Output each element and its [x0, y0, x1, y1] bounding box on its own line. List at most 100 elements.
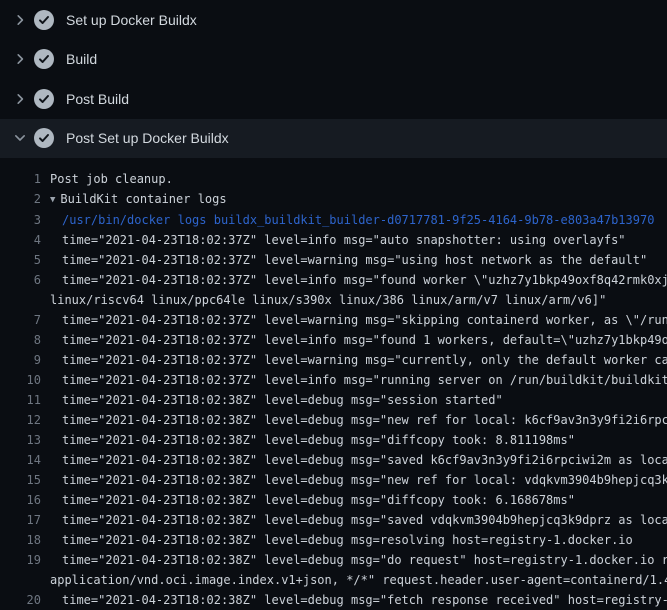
check-circle-icon — [34, 49, 54, 69]
log-line-number[interactable]: 9 — [0, 350, 41, 370]
chevron-right-icon — [12, 51, 28, 67]
step-label: Post Set up Docker Buildx — [66, 131, 229, 145]
log-line-text-content: time="2021-04-23T18:02:38Z" level=debug … — [62, 393, 503, 407]
log-line-text-content: /usr/bin/docker logs buildx_buildkit_bui… — [62, 213, 654, 227]
log-line-number[interactable]: 10 — [0, 370, 41, 390]
log-line-text: ▼time="2021-04-23T18:02:38Z" level=debug… — [62, 393, 503, 407]
log-line-number[interactable]: 5 — [0, 250, 41, 270]
log-line-text-content: time="2021-04-23T18:02:38Z" level=debug … — [62, 453, 667, 467]
log-line: 13 ▼time="2021-04-23T18:02:38Z" level=deb… — [0, 430, 667, 450]
log-line: 17 ▼time="2021-04-23T18:02:38Z" level=deb… — [0, 510, 667, 530]
log-line-text-content: time="2021-04-23T18:02:38Z" level=debug … — [62, 473, 667, 487]
log-line: 9 ▼time="2021-04-23T18:02:37Z" level=warn… — [0, 350, 667, 370]
chevron-right-icon — [12, 12, 28, 28]
log-line-text: ▼/usr/bin/docker logs buildx_buildkit_bu… — [62, 213, 654, 227]
step-header[interactable]: Post Set up Docker Buildx — [0, 119, 667, 159]
log-line-text: ▼time="2021-04-23T18:02:38Z" level=debug… — [62, 553, 667, 567]
steps-list: Set up Docker Buildx Build Post Build — [0, 0, 667, 158]
log-line-text: ▼time="2021-04-23T18:02:38Z" level=debug… — [62, 533, 633, 547]
step-label: Build — [66, 52, 97, 66]
group-triangle-icon[interactable]: ▼ — [50, 195, 55, 205]
log-line-continuation: linux/riscv64 linux/ppc64le linux/s390x … — [0, 290, 667, 310]
log-line-text: ▼time="2021-04-23T18:02:38Z" level=debug… — [62, 453, 667, 467]
log-line-number[interactable]: 17 — [0, 510, 41, 530]
log-line-continuation-text: application/vnd.oci.image.index.v1+json,… — [50, 573, 667, 587]
log-line-number[interactable]: 14 — [0, 450, 41, 470]
log-line-continuation-text: linux/riscv64 linux/ppc64le linux/s390x … — [50, 293, 606, 307]
log-line-number[interactable]: 2 — [0, 189, 41, 209]
log-line-text: ▼time="2021-04-23T18:02:38Z" level=debug… — [62, 473, 667, 487]
log-line: 14 ▼time="2021-04-23T18:02:38Z" level=deb… — [0, 450, 667, 470]
log-line-text-content: time="2021-04-23T18:02:38Z" level=debug … — [62, 593, 667, 607]
log-line-text-content: time="2021-04-23T18:02:37Z" level=warnin… — [62, 253, 647, 267]
log-area: 1 ▼Post job cleanup. 2 ▼ BuildKit container… — [0, 158, 667, 610]
log-line-text-content: time="2021-04-23T18:02:37Z" level=info m… — [62, 233, 626, 247]
log-line-text-content: time="2021-04-23T18:02:37Z" level=info m… — [62, 333, 667, 347]
step-header[interactable]: Set up Docker Buildx — [0, 0, 667, 40]
log-line-number[interactable]: 15 — [0, 470, 41, 490]
log-line-text: ▼time="2021-04-23T18:02:38Z" level=debug… — [62, 433, 575, 447]
log-line: 5 ▼time="2021-04-23T18:02:37Z" level=warn… — [0, 250, 667, 270]
log-line: 12 ▼time="2021-04-23T18:02:38Z" level=deb… — [0, 410, 667, 430]
log-line: 2 ▼ BuildKit container logs — [0, 189, 667, 210]
log-line-text: ▼time="2021-04-23T18:02:37Z" level=info … — [62, 233, 626, 247]
log-line-text-content: time="2021-04-23T18:02:37Z" level=info m… — [62, 373, 667, 387]
log-line: 7 ▼time="2021-04-23T18:02:37Z" level=warn… — [0, 310, 667, 330]
log-line-number[interactable]: 7 — [0, 310, 41, 330]
log-line-number[interactable]: 8 — [0, 330, 41, 350]
log-line-number[interactable]: 19 — [0, 550, 41, 570]
log-line-text-content: time="2021-04-23T18:02:38Z" level=debug … — [62, 493, 575, 507]
log-line: 1 ▼Post job cleanup. — [0, 169, 667, 189]
log-line-text: ▼time="2021-04-23T18:02:38Z" level=debug… — [62, 593, 667, 607]
log-line-text: ▼time="2021-04-23T18:02:37Z" level=info … — [62, 333, 667, 347]
check-circle-icon — [34, 128, 54, 148]
log-line-text-content: time="2021-04-23T18:02:38Z" level=debug … — [62, 513, 667, 527]
step-label: Post Build — [66, 92, 129, 106]
log-line-text-content: BuildKit container logs — [60, 192, 226, 206]
check-circle-icon — [34, 89, 54, 109]
log-line-number[interactable]: 13 — [0, 430, 41, 450]
log-line: 4 ▼time="2021-04-23T18:02:37Z" level=info… — [0, 230, 667, 250]
log-line-number[interactable]: 11 — [0, 390, 41, 410]
log-line: 18 ▼time="2021-04-23T18:02:38Z" level=deb… — [0, 530, 667, 550]
step-header[interactable]: Post Build — [0, 79, 667, 119]
log-line-text: ▼time="2021-04-23T18:02:38Z" level=debug… — [62, 493, 575, 507]
chevron-right-icon — [12, 91, 28, 107]
log-line: 20 ▼time="2021-04-23T18:02:38Z" level=deb… — [0, 590, 667, 610]
log-line-text-content: time="2021-04-23T18:02:37Z" level=warnin… — [62, 353, 667, 367]
log-line-number[interactable]: 12 — [0, 410, 41, 430]
log-line-text: ▼time="2021-04-23T18:02:38Z" level=debug… — [62, 413, 667, 427]
log-line-continuation: application/vnd.oci.image.index.v1+json,… — [0, 570, 667, 590]
log-line-number[interactable]: 1 — [0, 169, 41, 189]
log-line-text-content: time="2021-04-23T18:02:38Z" level=debug … — [62, 413, 667, 427]
log-line-text-content: time="2021-04-23T18:02:37Z" level=warnin… — [62, 313, 667, 327]
log-line-text: ▼time="2021-04-23T18:02:37Z" level=warni… — [62, 253, 647, 267]
log-line-text-content: Post job cleanup. — [50, 172, 173, 186]
log-line: 10 ▼time="2021-04-23T18:02:37Z" level=inf… — [0, 370, 667, 390]
log-line-number[interactable]: 18 — [0, 530, 41, 550]
step-header[interactable]: Build — [0, 40, 667, 80]
log-line-text-content: time="2021-04-23T18:02:38Z" level=debug … — [62, 533, 633, 547]
log-line-text: ▼time="2021-04-23T18:02:37Z" level=warni… — [62, 313, 667, 327]
log-line: 3 ▼/usr/bin/docker logs buildx_buildkit_b… — [0, 210, 667, 230]
log-line-number[interactable]: 6 — [0, 270, 41, 290]
log-line-number[interactable]: 3 — [0, 210, 41, 230]
log-line: 19 ▼time="2021-04-23T18:02:38Z" level=deb… — [0, 550, 667, 570]
log-line: 15 ▼time="2021-04-23T18:02:38Z" level=deb… — [0, 470, 667, 490]
log-line-text: ▼time="2021-04-23T18:02:37Z" level=info … — [62, 373, 667, 387]
log-line: 11 ▼time="2021-04-23T18:02:38Z" level=deb… — [0, 390, 667, 410]
log-line-text-content: time="2021-04-23T18:02:37Z" level=info m… — [62, 273, 667, 287]
log-line-text: ▼Post job cleanup. — [50, 172, 173, 186]
log-line: 6 ▼time="2021-04-23T18:02:37Z" level=info… — [0, 270, 667, 290]
log-line-number[interactable]: 20 — [0, 590, 41, 610]
check-circle-icon — [34, 10, 54, 30]
log-line-number[interactable]: 4 — [0, 230, 41, 250]
log-line-text: ▼time="2021-04-23T18:02:38Z" level=debug… — [62, 513, 667, 527]
step-label: Set up Docker Buildx — [66, 13, 197, 27]
log-line-number[interactable]: 16 — [0, 490, 41, 510]
log-line: 8 ▼time="2021-04-23T18:02:37Z" level=info… — [0, 330, 667, 350]
chevron-down-icon — [12, 130, 28, 146]
log-line-text: ▼time="2021-04-23T18:02:37Z" level=warni… — [62, 353, 667, 367]
log-line-text-content: time="2021-04-23T18:02:38Z" level=debug … — [62, 553, 667, 567]
log-line-text: ▼time="2021-04-23T18:02:37Z" level=info … — [62, 273, 667, 287]
